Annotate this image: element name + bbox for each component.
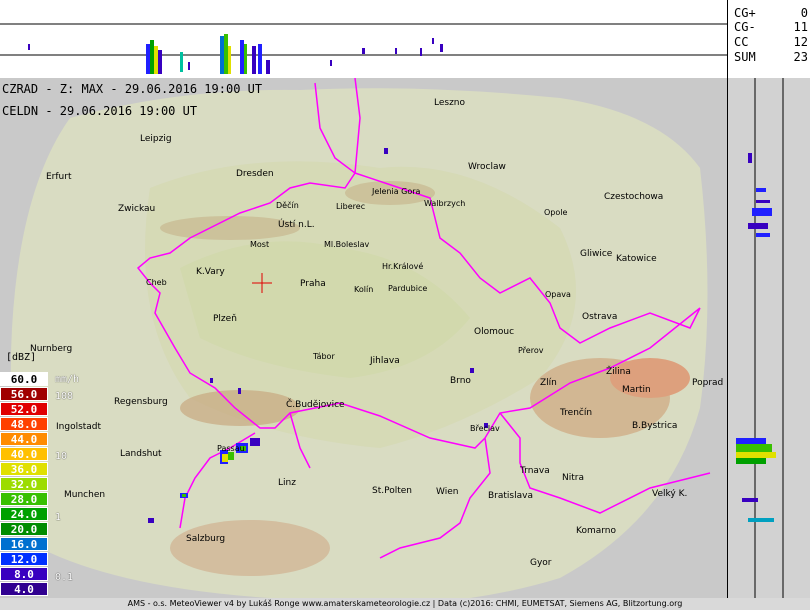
city-label: Děčín [276,201,299,210]
city-label: Erfurt [46,172,72,182]
legend-rate: 108 [55,391,74,402]
city-label: Leszno [434,98,466,108]
city-label: Břeclav [470,424,500,433]
city-label: Regensburg [114,397,168,407]
city-label: Plzeň [213,314,237,324]
radar-map[interactable]: CZRAD - Z: MAX - 29.06.2016 19:00 UT CEL… [0,77,727,605]
city-label: Jelenia Gora [372,187,421,196]
city-label: Linz [278,478,296,488]
city-label: Walbrzych [424,199,466,208]
city-label: Katowice [616,254,657,264]
city-label: Hr.Králové [382,262,424,271]
city-label: Zwickau [118,204,156,214]
city-label: Dresden [236,169,274,179]
timeline-echo-marks [28,34,443,74]
city-label: Gyor [530,558,552,568]
city-label: Salzburg [186,534,226,544]
city-label: Leipzig [140,134,172,144]
city-label: Bratislava [488,491,533,501]
legend-rate: 0.1 [55,572,74,583]
city-label: Munchen [64,490,106,500]
city-label: Kolín [354,285,374,294]
city-label: Žilina [606,367,631,377]
legend-level: 40.0 [0,447,48,461]
legend-level: 20.0 [0,522,48,536]
city-label: Pardubice [388,284,428,293]
city-label: Jihlava [370,356,400,366]
city-label: Cheb [146,278,167,287]
city-label: Ústí n.L. [278,220,315,230]
city-label: Opole [544,208,568,217]
legend-level: 56.0 [0,387,48,401]
city-label: Trenčín [560,408,593,418]
city-label: Trnava [520,466,550,476]
legend-level: 24.0 [0,507,48,521]
city-label: Brno [450,376,471,386]
legend-level: 28.0 [0,492,48,506]
legend-level: 16.0 [0,537,48,551]
legend-level: 36.0 [0,462,48,476]
legend-title: [dBZ] [6,352,37,363]
city-label: Czestochowa [604,192,664,202]
legend-level: 12.0 [0,552,48,566]
city-label: Liberec [336,202,366,211]
city-label: Martin [622,385,651,395]
legend-level: 32.0 [0,477,48,491]
legend-level: 4.0 [0,582,48,596]
city-label: Passau [217,444,245,453]
side-profile-graph [736,78,784,598]
city-label: Praha [300,279,326,289]
legend-level: 48.0 [0,417,48,431]
city-label: Nurnberg [30,344,73,354]
city-label: Opava [545,290,571,299]
legend-rate: 10 [55,451,68,462]
city-label: Komarno [576,526,616,536]
city-label: Landshut [120,449,162,459]
legend-level: 52.0 [0,402,48,416]
city-label: Wroclaw [468,162,506,172]
city-label: Ml.Boleslav [324,240,370,249]
legend-rate: 1 [55,512,62,523]
city-label: Zlín [540,378,557,388]
legend-level: 8.0 [0,567,48,581]
lightning-timeline [0,0,727,79]
city-label: Ostrava [582,312,618,322]
city-label: Most [250,240,270,249]
city-label: Ingolstadt [56,422,102,432]
city-label: Velký K. [652,489,688,499]
legend-level: 60.0 [0,372,48,386]
radar-map-canvas [0,77,727,605]
footer-credits: AMS - o.s. MeteoViewer v4 by Lukáš Ronge… [0,598,810,610]
lightning-stats: CG+ 0 CG- 11 CC 12 SUM 23 [727,0,810,79]
city-label: Nitra [562,473,584,483]
city-label: Poprad [692,378,724,388]
city-label: B.Bystrica [632,421,678,431]
city-label: Wien [436,487,459,497]
side-profile [727,78,810,598]
legend-rate-unit: mm/h [55,374,80,385]
city-label: Olomouc [474,327,515,337]
city-label: K.Vary [196,267,225,277]
city-label: Přerov [518,346,544,355]
lightning-title: CELDN - 29.06.2016 19:00 UT [2,104,198,118]
city-label: Tábor [313,352,335,361]
city-label: Gliwice [580,249,613,259]
city-label: Č.Budějovice [286,400,345,410]
legend-level: 44.0 [0,432,48,446]
side-echo-marks [736,153,776,522]
lightning-timeline-graph [0,23,727,74]
radar-title: CZRAD - Z: MAX - 29.06.2016 19:00 UT [2,82,263,96]
city-label: St.Polten [372,486,412,496]
